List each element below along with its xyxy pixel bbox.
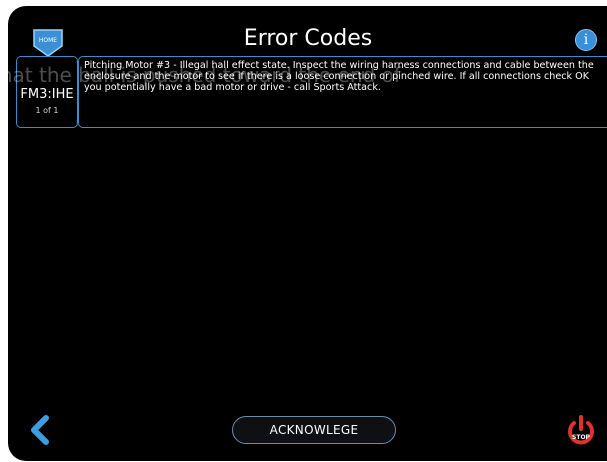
info-button[interactable]: i bbox=[575, 29, 597, 51]
back-button[interactable] bbox=[28, 415, 52, 445]
page-title: Error Codes bbox=[243, 26, 373, 51]
chevron-left-icon bbox=[31, 415, 49, 445]
info-icon: i bbox=[583, 32, 589, 48]
screen-frame: HOME Error Codes i FM3:IHE 1 of 1 Pitchi… bbox=[8, 6, 607, 461]
error-description: Pitching Motor #3 - Illegal hall effect … bbox=[84, 60, 594, 93]
error-code: FM3:IHE bbox=[20, 87, 74, 102]
power-icon: STOP bbox=[568, 415, 594, 445]
error-description-card: Pitching Motor #3 - Illegal hall effect … bbox=[78, 56, 607, 128]
stop-button[interactable]: STOP bbox=[566, 414, 596, 448]
stop-label: STOP bbox=[572, 434, 591, 441]
error-code-card: FM3:IHE 1 of 1 bbox=[16, 56, 78, 128]
error-counter: 1 of 1 bbox=[35, 106, 59, 115]
acknowledge-button[interactable]: ACKNOWLEGE bbox=[232, 416, 396, 444]
